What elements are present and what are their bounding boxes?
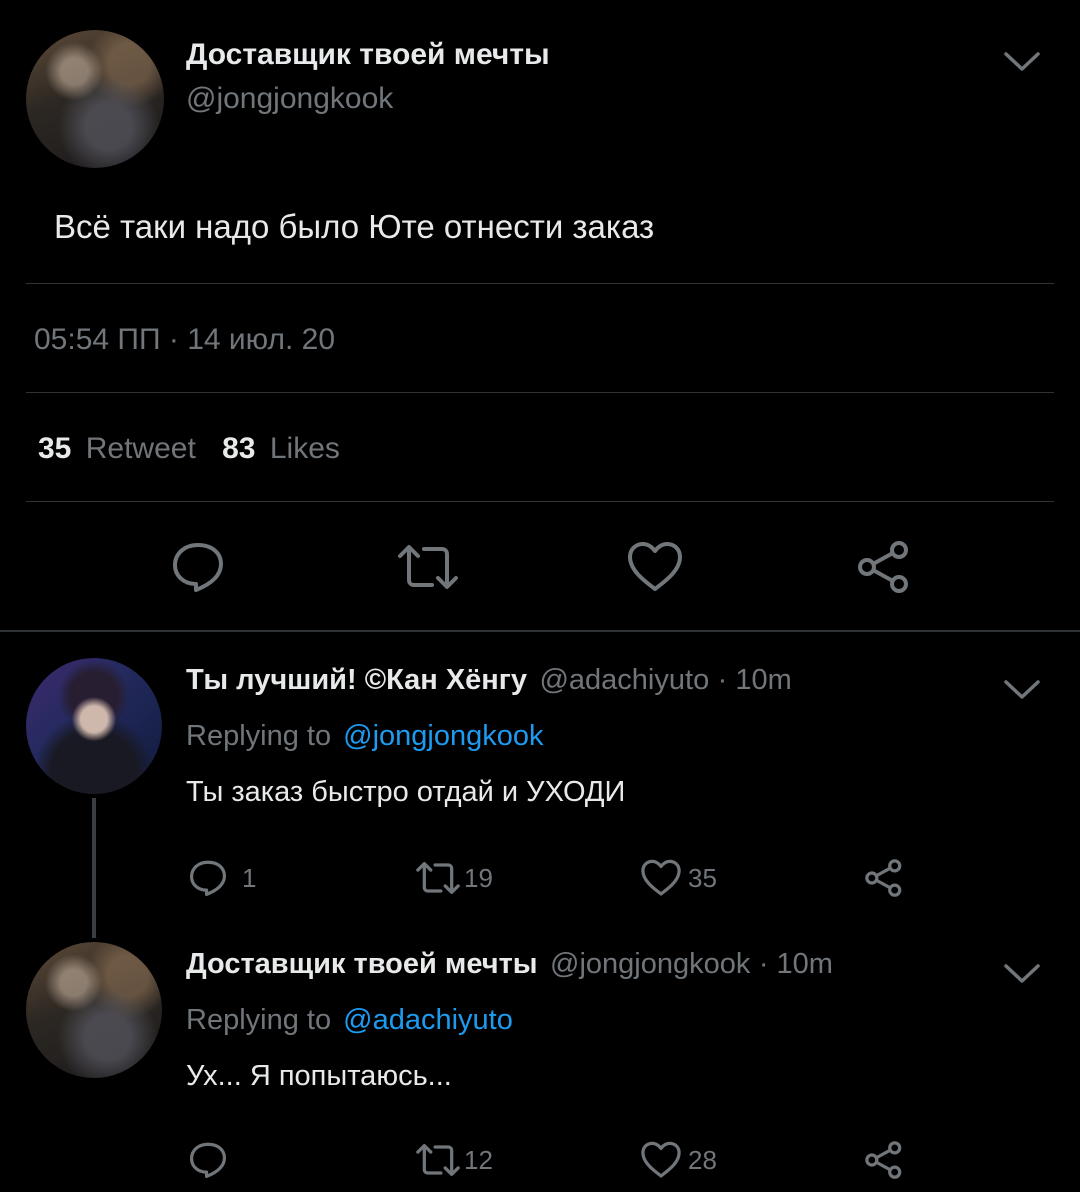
- share-button[interactable]: [864, 858, 904, 898]
- reply-time: · 10m: [717, 664, 792, 696]
- like-button[interactable]: 28: [640, 1140, 717, 1180]
- reply-count: 1: [242, 862, 257, 893]
- retweet-button[interactable]: 12: [414, 1142, 493, 1178]
- thread-line: [92, 798, 96, 938]
- reply-button[interactable]: [170, 540, 226, 594]
- retweet-icon: [416, 1143, 460, 1177]
- avatar[interactable]: [26, 30, 164, 168]
- user-handle[interactable]: @jongjongkook: [186, 82, 393, 116]
- like-count: 35: [688, 862, 717, 893]
- like-icon: [628, 542, 682, 591]
- like-button[interactable]: 35: [640, 858, 717, 898]
- retweet-label[interactable]: Retweet: [86, 432, 196, 465]
- chevron-down-icon[interactable]: [1002, 962, 1042, 986]
- avatar[interactable]: [26, 658, 162, 794]
- reply-header: Доставщик твоей мечты @jongjongkook · 10…: [186, 948, 833, 981]
- section-divider: [0, 630, 1080, 632]
- tweet-timestamp: 05:54 ПП · 14 июл. 20: [34, 323, 336, 356]
- replying-to-label: Replying to: [186, 1004, 332, 1036]
- reply-header: Ты лучший! ©Кан Хёнгу @adachiyuto · 10m: [186, 664, 792, 697]
- retweet-count: 19: [464, 862, 493, 893]
- tweet-stats: 35 Retweet 83 Likes: [38, 432, 340, 466]
- reply-icon: [173, 543, 223, 592]
- replying-to-link[interactable]: @adachiyuto: [343, 1004, 513, 1036]
- share-button[interactable]: [864, 1140, 904, 1180]
- retweet-icon: [398, 545, 458, 589]
- share-icon: [865, 1141, 902, 1179]
- reply-icon: [189, 860, 227, 897]
- avatar[interactable]: [26, 942, 162, 1078]
- retweet-button[interactable]: 19: [414, 860, 493, 896]
- display-name[interactable]: Доставщик твоей мечты: [186, 948, 538, 980]
- reply-time: · 10m: [758, 948, 833, 980]
- retweet-count: 12: [464, 1144, 493, 1175]
- retweet-count[interactable]: 35: [38, 432, 71, 465]
- likes-count[interactable]: 83: [222, 432, 255, 465]
- share-icon: [865, 859, 902, 897]
- display-name[interactable]: Ты лучший! ©Кан Хёнгу: [186, 664, 527, 696]
- chevron-down-icon[interactable]: [1002, 50, 1042, 74]
- tweet-text: Всё таки надо было Юте отнести заказ: [54, 208, 655, 245]
- display-name[interactable]: Доставщик твоей мечты: [186, 38, 550, 72]
- retweet-icon: [416, 861, 460, 895]
- divider: [26, 501, 1054, 502]
- reply-icon: [189, 1142, 227, 1179]
- share-icon: [858, 541, 908, 593]
- retweet-button[interactable]: [396, 542, 460, 592]
- like-button[interactable]: [626, 540, 684, 594]
- reply-button[interactable]: 1: [188, 858, 256, 898]
- replying-to: Replying to @jongjongkook: [186, 720, 544, 753]
- like-icon: [641, 859, 681, 896]
- reply-text: Ух... Я попытаюсь...: [186, 1060, 452, 1092]
- replying-to: Replying to @adachiyuto: [186, 1004, 513, 1037]
- reply-text: Ты заказ быстро отдай и УХОДИ: [186, 776, 626, 808]
- share-button[interactable]: [856, 540, 912, 594]
- likes-label[interactable]: Likes: [270, 432, 340, 465]
- divider: [26, 283, 1054, 284]
- reply-button[interactable]: [188, 1140, 228, 1180]
- divider: [26, 392, 1054, 393]
- replying-to-label: Replying to: [186, 720, 332, 752]
- user-handle[interactable]: @jongjongkook: [550, 948, 750, 980]
- replying-to-link[interactable]: @jongjongkook: [343, 720, 543, 752]
- like-count: 28: [688, 1144, 717, 1175]
- like-icon: [641, 1141, 681, 1178]
- chevron-down-icon[interactable]: [1002, 678, 1042, 702]
- user-handle[interactable]: @adachiyuto: [539, 664, 709, 696]
